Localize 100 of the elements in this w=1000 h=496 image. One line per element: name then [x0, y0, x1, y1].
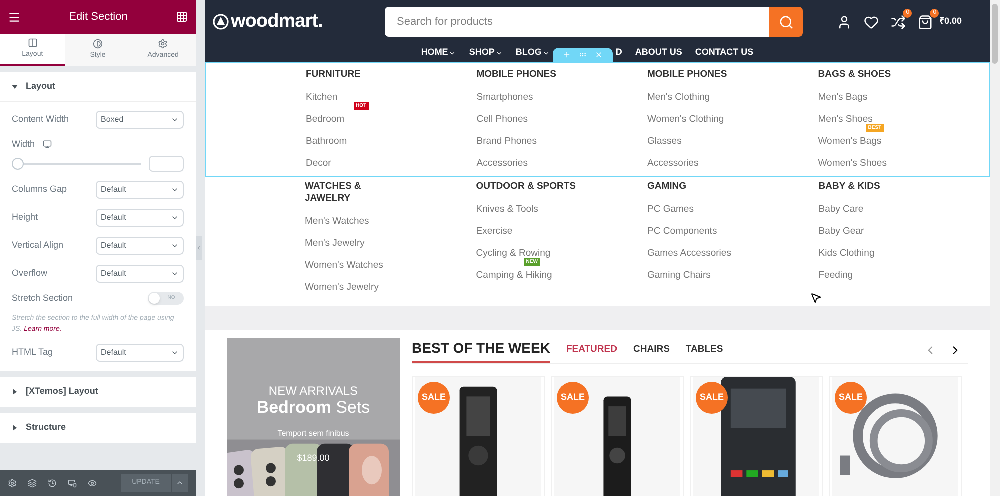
menu-link[interactable]: Women's Shoes [818, 158, 887, 168]
slider-thumb[interactable] [12, 158, 24, 170]
menu-icon[interactable] [8, 10, 21, 24]
menu-link[interactable]: PC Games [648, 204, 694, 214]
menu-link[interactable]: Accessories [648, 158, 699, 168]
menu-link[interactable]: Men's Watches [305, 216, 370, 226]
menu-link[interactable]: Men's Shoes [818, 114, 873, 124]
product-card[interactable]: SALE [829, 376, 962, 496]
menu-link[interactable]: Games Accessories [648, 248, 732, 258]
select-field[interactable]: Boxed [96, 111, 184, 129]
nav-link[interactable]: ABOUT US [635, 46, 682, 60]
menu-link[interactable]: Men's Bags [818, 92, 868, 102]
menu-link[interactable]: Kitchen [306, 92, 338, 102]
menu-link[interactable]: Men's Clothing [648, 92, 710, 102]
settings-icon [158, 38, 168, 49]
menu-link[interactable]: Bathroom [306, 136, 348, 146]
menu-link[interactable]: Cell Phones [476, 114, 528, 124]
menu-link[interactable]: Brand Phones [476, 136, 537, 146]
menu-link[interactable]: Women's Bags [818, 136, 882, 146]
banner-eyebrow: NEW ARRIVALS [268, 384, 358, 398]
account-icon[interactable] [837, 14, 852, 30]
control-label: Width [12, 138, 36, 151]
menu-link[interactable]: Women's Clothing [648, 114, 724, 124]
nav-link[interactable]: CONTACT US [695, 46, 754, 60]
cart-icon[interactable] [918, 14, 934, 30]
menu-link[interactable]: PC Components [648, 226, 718, 236]
menu-heading: MOBILE PHONES [648, 69, 728, 81]
caret-icon [171, 349, 179, 357]
menu-link[interactable]: Camping & Hiking [476, 270, 552, 280]
menu-link[interactable]: Men's Jewelry [305, 238, 365, 248]
number-field[interactable] [149, 156, 184, 172]
nav-link[interactable]: BLOG [516, 46, 550, 60]
columns-icon [28, 38, 38, 48]
compare-icon[interactable] [891, 14, 906, 30]
layers-icon[interactable] [28, 478, 37, 488]
preview-icon[interactable] [88, 478, 97, 488]
menu-link[interactable]: Women's Jewelry [305, 282, 379, 292]
caret-icon [176, 479, 184, 487]
menu-heading: OUTDOOR & SPORTS [476, 181, 578, 193]
select-field[interactable]: Default [96, 236, 184, 254]
menu-link[interactable]: Baby Care [818, 204, 864, 214]
collapse-handle[interactable] [196, 236, 202, 260]
caret-icon [12, 389, 18, 395]
grid-icon[interactable] [176, 11, 188, 23]
menu-link[interactable]: Kids Clothing [818, 248, 875, 258]
cursor-icon [810, 292, 822, 304]
product-card[interactable]: SALE [690, 376, 823, 496]
select-field[interactable]: Default [96, 264, 184, 282]
caret-icon [496, 50, 503, 56]
menu-link[interactable]: Baby Gear [818, 226, 864, 236]
control-label: Stretch Section [12, 292, 74, 304]
monitor-icon [43, 140, 52, 150]
control-label: Vertical Align [12, 238, 64, 252]
menu-link[interactable]: Exercise [476, 226, 513, 236]
select-field[interactable]: Default [96, 344, 184, 362]
menu-heading: BABY & KIDS [818, 181, 882, 193]
section-header[interactable]: Structure [0, 413, 196, 443]
menu-link[interactable]: Decor [306, 158, 332, 168]
control-label: Height [12, 210, 38, 224]
caret-icon [12, 425, 18, 431]
nav-link[interactable]: SHOP [469, 46, 503, 60]
menu-link[interactable]: Feeding [818, 270, 854, 280]
section-header[interactable]: [XTemos] Layout [0, 377, 196, 407]
product-card[interactable]: SALE [551, 376, 684, 496]
menu-link[interactable]: Gaming Chairs [648, 270, 711, 280]
banner-subtitle: Temport sem finibus [278, 428, 350, 440]
control-label: Columns Gap [12, 182, 68, 196]
menu-heading: FURNITURE [306, 69, 362, 81]
nav-link[interactable]: D [616, 46, 622, 60]
nav-link[interactable]: HOME [421, 46, 456, 60]
product-tab[interactable]: FEATURED [566, 343, 618, 358]
product-card[interactable]: SALE [412, 376, 545, 496]
cart-total: ₹0.00 [939, 15, 962, 28]
menu-link[interactable]: Knives & Tools [476, 204, 538, 214]
panel-title: Edit Section [69, 10, 128, 25]
caret-icon [12, 84, 18, 90]
settings-icon[interactable] [8, 478, 17, 488]
menu-link[interactable]: Accessories [476, 158, 528, 168]
menu-link[interactable]: Bedroom [306, 114, 345, 124]
product-tab[interactable]: TABLES [686, 343, 724, 358]
search-field[interactable]: Search for products [385, 7, 769, 37]
caret-icon [171, 116, 179, 124]
menu-link[interactable]: Smartphones [476, 92, 534, 102]
logo-icon [213, 14, 229, 30]
product-tab[interactable]: CHAIRS [633, 343, 670, 358]
menu-link[interactable]: Glasses [648, 136, 682, 146]
responsive-icon[interactable] [68, 478, 77, 488]
menu-heading: BAGS & SHOES [818, 69, 892, 81]
search-button[interactable] [769, 7, 803, 37]
menu-link[interactable]: Cycling & Rowing [476, 248, 551, 258]
menu-heading: GAMING [648, 181, 688, 193]
select-field[interactable]: Default [96, 208, 184, 226]
logo-text: woodmart. [231, 10, 323, 34]
heart-icon[interactable] [864, 14, 880, 30]
section-title: BEST OF THE WEEK [412, 338, 550, 363]
select-field[interactable]: Default [96, 180, 184, 198]
slider-track[interactable] [12, 158, 141, 170]
history-icon[interactable] [48, 478, 57, 488]
menu-link[interactable]: Women's Watches [305, 260, 384, 270]
search-icon [778, 14, 794, 30]
